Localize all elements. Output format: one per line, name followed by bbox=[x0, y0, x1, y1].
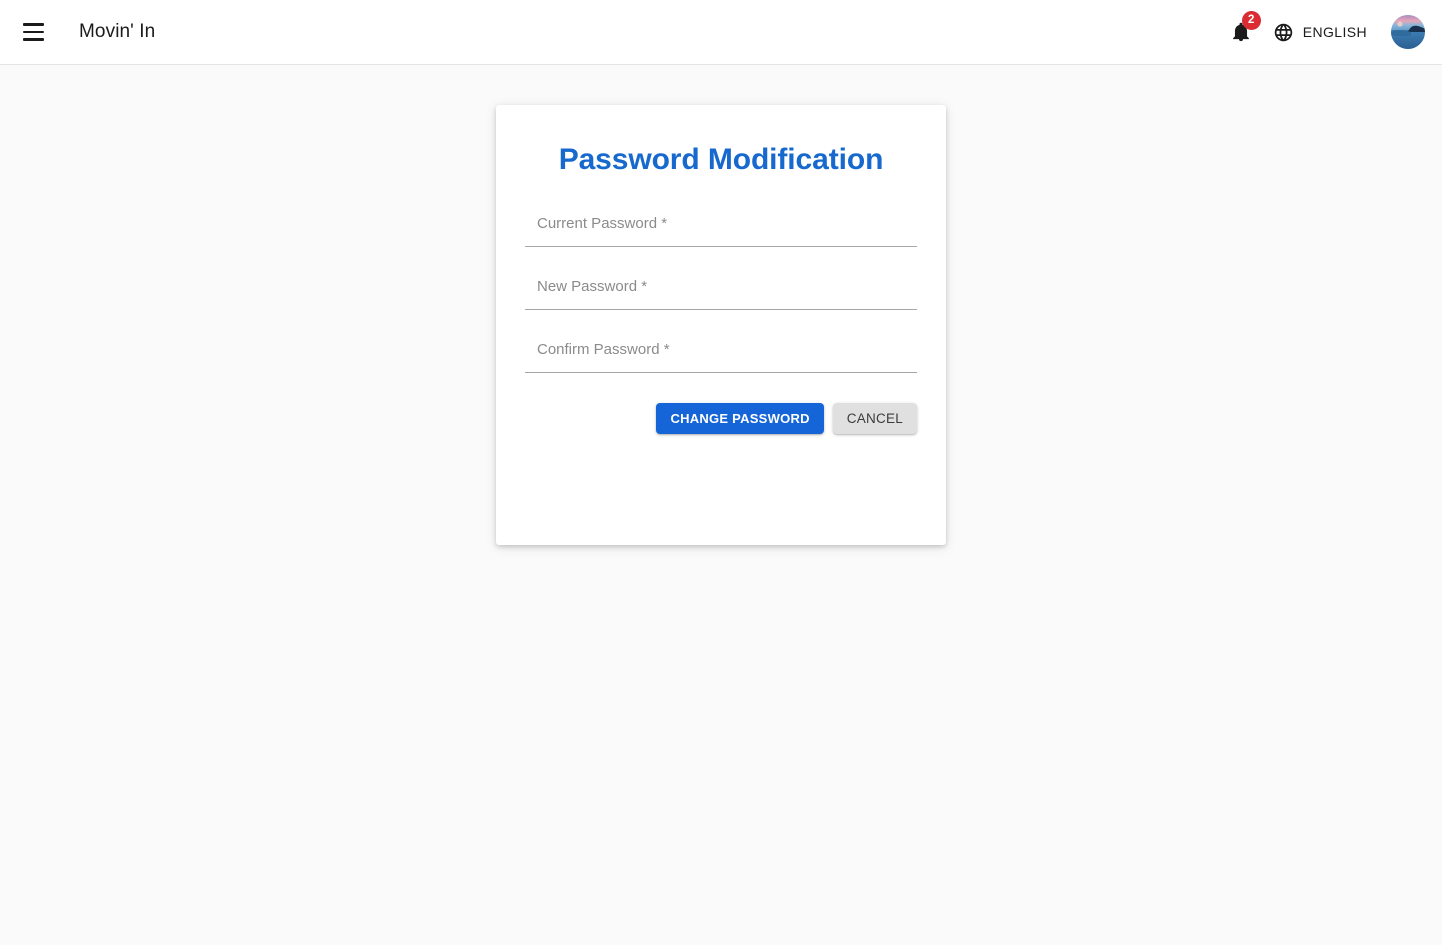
page-title: Password Modification bbox=[558, 143, 884, 176]
brand-title: Movin' In bbox=[79, 21, 156, 42]
hamburger-menu-button[interactable] bbox=[11, 10, 55, 54]
hamburger-menu-icon-bar bbox=[22, 30, 44, 34]
user-avatar[interactable] bbox=[1391, 15, 1425, 49]
confirm-password-input[interactable] bbox=[525, 331, 917, 373]
notifications-button[interactable]: 2 bbox=[1224, 11, 1261, 49]
confirm-password-field bbox=[525, 331, 917, 394]
password-modification-card: Password Modification CHANGE PASSWORD CA… bbox=[496, 105, 946, 545]
current-password-field bbox=[525, 205, 917, 268]
new-password-input[interactable] bbox=[525, 268, 917, 310]
main-content-area: Password Modification CHANGE PASSWORD CA… bbox=[0, 65, 1442, 945]
notifications-badge: 2 bbox=[1241, 11, 1261, 30]
change-password-button[interactable]: CHANGE PASSWORD bbox=[656, 403, 824, 434]
header-actions: 2 ENGLISH bbox=[1224, 0, 1442, 64]
language-selector[interactable]: ENGLISH bbox=[1267, 18, 1373, 47]
hamburger-menu-icon-bar bbox=[22, 38, 44, 41]
globe-icon bbox=[1273, 22, 1294, 43]
hamburger-menu-icon-bar bbox=[22, 23, 44, 26]
app-header: Movin' In 2 ENGLISH bbox=[0, 0, 1442, 65]
cancel-button[interactable]: CANCEL bbox=[832, 403, 917, 434]
form-actions: CHANGE PASSWORD CANCEL bbox=[496, 394, 946, 434]
password-form bbox=[496, 205, 946, 394]
current-password-input[interactable] bbox=[525, 205, 917, 247]
avatar-image bbox=[1391, 15, 1425, 49]
language-label: ENGLISH bbox=[1302, 24, 1367, 40]
new-password-field bbox=[525, 268, 917, 331]
